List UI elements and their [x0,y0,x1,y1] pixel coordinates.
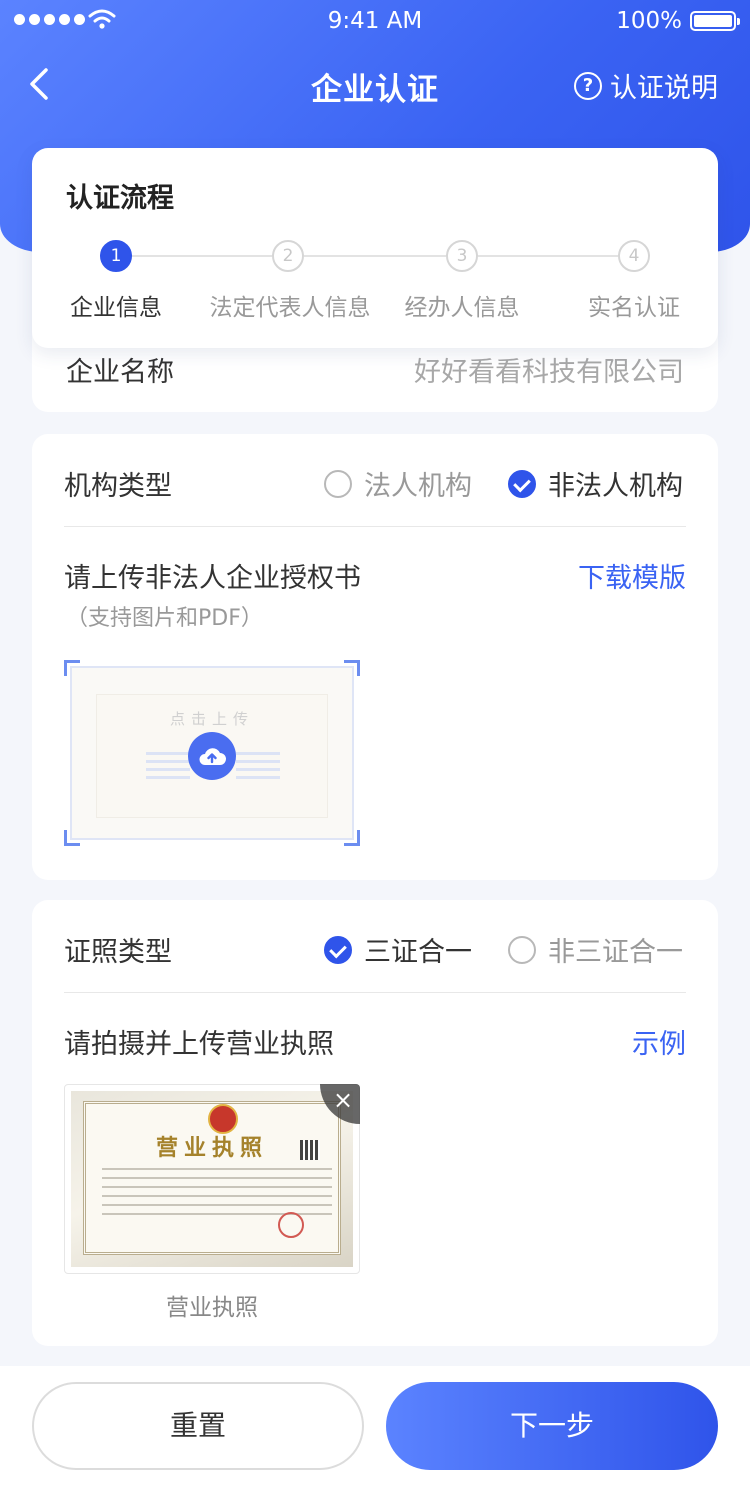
question-icon: ? [574,71,602,100]
license-type-card: 证照类型 三证合一 非三证合一 请拍摄并上传营业执照 示例 营业执照 × 营业执… [32,900,718,1346]
radio-checked-icon [508,469,536,498]
license-option-label: 三证合一 [364,937,472,968]
step-connector [132,255,272,257]
radio-unchecked-icon [508,935,536,964]
close-icon: × [333,1086,354,1114]
battery-percent: 100% [616,8,682,34]
reset-button[interactable]: 重置 [32,1382,364,1470]
next-step-button[interactable]: 下一步 [386,1382,718,1470]
step-connector [478,255,618,257]
divider [64,992,686,993]
license-caption: 营业执照 [166,1295,258,1321]
authorization-hint: （支持图片和PDF） [66,606,263,631]
download-template-link[interactable]: 下载模版 [578,556,686,595]
step-2-label: 法定代表人信息 [209,295,371,321]
org-type-option-legal[interactable]: 法人机构 [324,464,472,503]
help-label: 认证说明 [610,73,718,104]
license-upload-title: 请拍摄并上传营业执照 [64,1029,334,1060]
text-lines-decoration [236,752,280,784]
step-2-indicator: 2 [272,240,304,272]
org-type-label: 机构类型 [64,471,172,502]
step-4-label: 实名认证 [588,295,680,321]
radio-checked-icon [324,935,352,964]
upload-authorization-area[interactable]: 点击上传 [64,660,360,846]
license-option-label: 非三证合一 [548,937,683,968]
org-type-option-non-legal[interactable]: 非法人机构 [508,464,683,503]
qr-code-icon [300,1140,320,1160]
license-option-not-three-in-one[interactable]: 非三证合一 [508,930,683,969]
step-4-indicator: 4 [618,240,650,272]
process-title: 认证流程 [66,183,174,214]
upload-hint: 点击上传 [169,710,254,728]
company-name-label: 企业名称 [66,357,174,388]
text-lines-decoration [146,752,190,784]
step-1-indicator: 1 [100,240,132,272]
radio-unchecked-icon [324,469,352,498]
upload-cloud-icon [188,732,236,780]
license-option-three-in-one[interactable]: 三证合一 [324,930,472,969]
business-license-thumbnail[interactable]: 营业执照 [64,1084,360,1274]
step-3-label: 经办人信息 [404,295,520,321]
org-type-card: 机构类型 法人机构 非法人机构 请上传非法人企业授权书 下载模版 （支持图片和P… [32,434,718,880]
org-type-option-label: 非法人机构 [548,471,683,502]
upload-placeholder: 点击上传 [70,666,354,840]
official-stamp-icon [278,1212,304,1238]
example-link[interactable]: 示例 [632,1022,686,1061]
company-name-value: 好好看看科技有限公司 [414,357,684,388]
authorization-title: 请上传非法人企业授权书 [64,563,361,594]
battery-icon [690,11,740,31]
divider [64,526,686,527]
step-connector [304,255,446,257]
status-bar: 9:41 AM 100% [0,0,750,44]
license-type-label: 证照类型 [64,937,172,968]
org-type-option-label: 法人机构 [364,471,472,502]
process-card: 认证流程 1 2 3 4 企业信息 法定代表人信息 经办人信息 实名认证 [32,148,718,348]
help-link[interactable]: ? 认证说明 [574,66,718,105]
step-1-label: 企业信息 [70,295,162,321]
step-3-indicator: 3 [446,240,478,272]
bottom-action-bar: 重置 下一步 [0,1366,750,1486]
nav-bar: 企业认证 ? 认证说明 [0,52,750,118]
